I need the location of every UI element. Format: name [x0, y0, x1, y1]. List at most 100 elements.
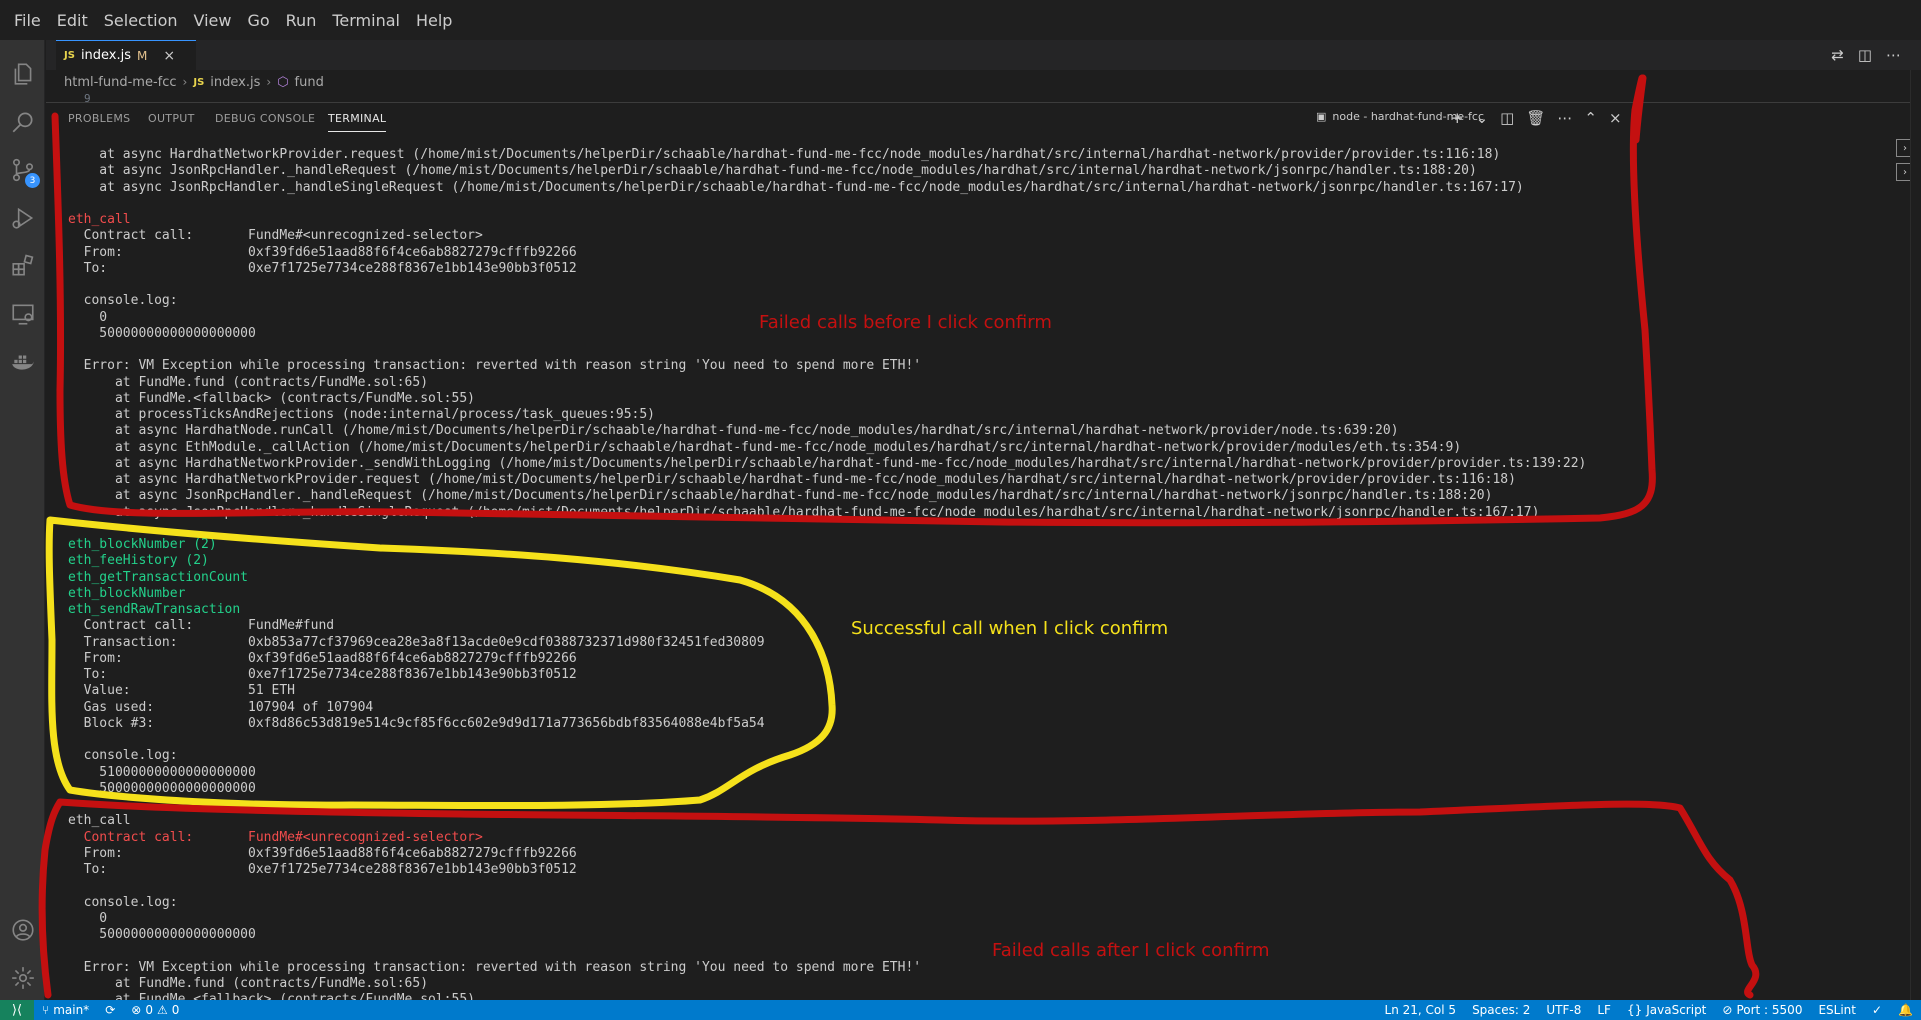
branch-name: main* [53, 1003, 90, 1017]
more-actions-icon[interactable]: ⋯ [1557, 109, 1572, 127]
add-terminal-icon[interactable]: + [1451, 109, 1464, 127]
terminal-line: To: 0xe7f1725e7734ce288f8367e1bb143e90bb… [68, 260, 577, 276]
encoding[interactable]: UTF-8 [1538, 1003, 1589, 1017]
menu-selection[interactable]: Selection [96, 11, 186, 30]
editor-actions: ⇄ ◫ ⋯ [1831, 40, 1901, 70]
tab-index-js[interactable]: JS index.js M × [56, 40, 196, 70]
menu-bar: File Edit Selection View Go Run Terminal… [0, 0, 1921, 40]
terminal-line: To: 0xe7f1725e7734ce288f8367e1bb143e90bb… [68, 667, 577, 682]
chevron-down-icon[interactable]: ⌄ [1476, 109, 1489, 127]
terminal-icon: ▣ [1316, 110, 1327, 123]
eslint-status[interactable]: ESLint [1810, 1003, 1864, 1017]
terminal-line: eth_call [68, 813, 131, 829]
terminal-line: eth_feeHistory (2) [68, 553, 209, 569]
breadcrumb-file[interactable]: index.js [210, 75, 260, 90]
terminal-line: at async HardhatNetworkProvider.request … [68, 472, 1516, 487]
language-name: JavaScript [1646, 1003, 1707, 1017]
terminal-line: at async HardhatNode.runCall (/home/mist… [68, 423, 1399, 439]
braces-icon: {} [1626, 1003, 1643, 1017]
menu-go[interactable]: Go [239, 11, 277, 30]
error-icon: ⊗ [131, 1003, 142, 1017]
explorer-icon[interactable] [0, 52, 45, 96]
remote-indicator-icon[interactable]: ⟩⟨ [0, 1000, 34, 1020]
terminal-line: eth_sendRawTransaction [68, 602, 241, 617]
terminal-line: Contract call: FundMe#<unrecognized-sele… [68, 829, 483, 845]
terminal-line: at async JsonRpcHandler._handleRequest (… [68, 488, 1493, 504]
terminal-line: Contract call: FundMe#<unrecognized-sele… [68, 228, 483, 244]
terminal-line: To: 0xe7f1725e7734ce288f8367e1bb143e90bb… [68, 862, 577, 877]
tab-modified-indicator: M [137, 48, 148, 63]
terminal-line: 50000000000000000000 [68, 927, 256, 942]
tab-terminal[interactable]: TERMINAL [328, 112, 387, 132]
menu-help[interactable]: Help [408, 11, 460, 30]
terminal-line: at FundMe.fund (contracts/FundMe.sol:65) [68, 374, 429, 390]
breadcrumb-symbol[interactable]: fund [295, 75, 324, 90]
language-mode[interactable]: {} JavaScript [1619, 1003, 1714, 1017]
tab-debug-console[interactable]: DEBUG CONSOLE [215, 112, 315, 125]
tab-output[interactable]: OUTPUT [148, 112, 195, 125]
panel-actions: + ⌄ ◫ 🗑 ⋯ ⌃ × [1451, 109, 1622, 127]
close-icon[interactable]: × [163, 48, 175, 64]
terminal-line: Gas used: 107904 of 107904 [68, 699, 374, 715]
port-icon: ⊘ [1722, 1003, 1733, 1017]
terminal-line: Error: VM Exception while processing tra… [68, 959, 922, 975]
terminal-line: console.log: [68, 293, 178, 309]
terminal-line: Value: 51 ETH [68, 683, 295, 699]
branch-indicator[interactable]: ⑂ main* [34, 1003, 97, 1017]
terminal-line: 51000000000000000000 [68, 764, 256, 780]
port-label: Port : 5500 [1736, 1003, 1803, 1017]
terminal-line: at async JsonRpcHandler._handleSingleReq… [68, 179, 1524, 195]
overview-ruler [1910, 70, 1921, 1000]
menu-run[interactable]: Run [278, 11, 325, 30]
remote-explorer-icon[interactable] [0, 292, 45, 336]
maximize-panel-icon[interactable]: ⌃ [1584, 109, 1597, 127]
gear-icon[interactable] [0, 956, 45, 1000]
indentation[interactable]: Spaces: 2 [1464, 1003, 1538, 1017]
terminal-line: From: 0xf39fd6e51aad88f6f4ce6ab8827279cf… [68, 650, 577, 666]
extensions-icon[interactable] [0, 244, 45, 288]
split-editor-icon[interactable]: ◫ [1858, 46, 1872, 64]
bottom-panel: PROBLEMS OUTPUT DEBUG CONSOLE TERMINAL ▣… [46, 102, 1921, 1001]
problems-indicator[interactable]: ⊗ 0 ⚠ 0 [123, 1003, 187, 1017]
live-server-port[interactable]: ⊘ Port : 5500 [1714, 1003, 1810, 1017]
chevron-right-icon: › [182, 75, 188, 89]
activity-bar: 3 [0, 40, 45, 1000]
terminal-line: eth_getTransactionCount [68, 569, 249, 585]
end-of-line[interactable]: LF [1589, 1003, 1619, 1017]
breadcrumb-folder[interactable]: html-fund-me-fcc [64, 75, 177, 90]
sync-icon[interactable]: ⟳ [97, 1003, 123, 1017]
js-file-icon: JS [64, 50, 75, 61]
open-changes-icon[interactable]: ⇄ [1831, 46, 1844, 64]
source-control-icon[interactable]: 3 [0, 148, 45, 192]
tab-label: index.js [80, 48, 132, 63]
account-icon[interactable] [0, 908, 45, 952]
menu-file[interactable]: File [6, 11, 49, 30]
trash-icon[interactable]: 🗑 [1526, 109, 1545, 127]
menu-view[interactable]: View [186, 11, 240, 30]
menu-terminal[interactable]: Terminal [324, 11, 408, 30]
search-icon[interactable] [0, 100, 45, 144]
menu-edit[interactable]: Edit [49, 11, 96, 30]
error-count: 0 [145, 1003, 153, 1017]
run-debug-icon[interactable] [0, 196, 45, 240]
bell-icon[interactable]: 🔔 [1890, 1003, 1921, 1017]
notifications-icon[interactable]: ✓ [1864, 1003, 1890, 1017]
terminal-line: at async EthModule._callAction (/home/mi… [68, 439, 1462, 455]
terminal-line: eth_blockNumber [68, 585, 186, 601]
terminal-line: at async HardhatNetworkProvider.request … [68, 147, 1501, 162]
terminal-line: From: 0xf39fd6e51aad88f6f4ce6ab8827279cf… [68, 845, 577, 861]
close-panel-icon[interactable]: × [1609, 109, 1622, 127]
terminal-line: eth_blockNumber (2) [68, 537, 217, 552]
terminal-line: 50000000000000000000 [68, 780, 256, 796]
terminal-line: Block #3: 0xf8d86c53d819e514c9cf85f6cc60… [68, 715, 765, 731]
tab-problems[interactable]: PROBLEMS [68, 112, 130, 125]
status-bar: ⟩⟨ ⑂ main* ⟳ ⊗ 0 ⚠ 0 Ln 21, Col 5 Spaces… [0, 1000, 1921, 1020]
terminal-line: console.log: [68, 894, 178, 910]
terminal-line: Error: VM Exception while processing tra… [68, 358, 922, 374]
split-terminal-icon[interactable]: ◫ [1500, 109, 1514, 127]
terminal-output[interactable]: at async HardhatNetworkProvider.request … [46, 147, 1846, 1001]
docker-icon[interactable] [0, 340, 45, 384]
cursor-position[interactable]: Ln 21, Col 5 [1377, 1003, 1465, 1017]
more-actions-icon[interactable]: ⋯ [1886, 46, 1901, 64]
terminal-line: at FundMe.<fallback> (contracts/FundMe.s… [68, 390, 475, 406]
